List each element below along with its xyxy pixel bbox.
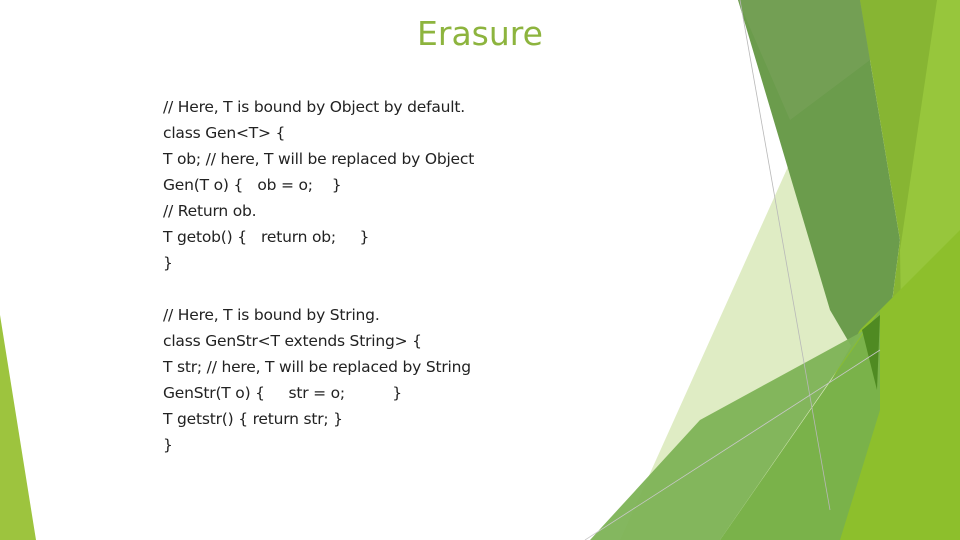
code-line: // Return ob. <box>163 202 257 220</box>
code-line: GenStr(T o) { str = o; } <box>163 384 402 402</box>
code-line: class Gen<T> { <box>163 124 286 142</box>
code-line: T getstr() { return str; } <box>163 410 343 428</box>
code-line: } <box>163 254 173 272</box>
slide-title: Erasure <box>0 14 960 53</box>
code-listing: // Here, T is bound by Object by default… <box>163 94 474 458</box>
code-line: Gen(T o) { ob = o; } <box>163 176 342 194</box>
code-line: T getob() { return ob; } <box>163 228 370 246</box>
slide-decoration <box>0 0 960 540</box>
code-line: class GenStr<T extends String> { <box>163 332 422 350</box>
code-line: // Here, T is bound by String. <box>163 306 380 324</box>
left-accent-shape <box>0 315 36 540</box>
code-line: T str; // here, T will be replaced by St… <box>163 358 471 376</box>
slide-title-text: Erasure <box>417 14 543 53</box>
code-line: } <box>163 436 173 454</box>
code-line: // Here, T is bound by Object by default… <box>163 98 465 116</box>
code-line: T ob; // here, T will be replaced by Obj… <box>163 150 475 168</box>
